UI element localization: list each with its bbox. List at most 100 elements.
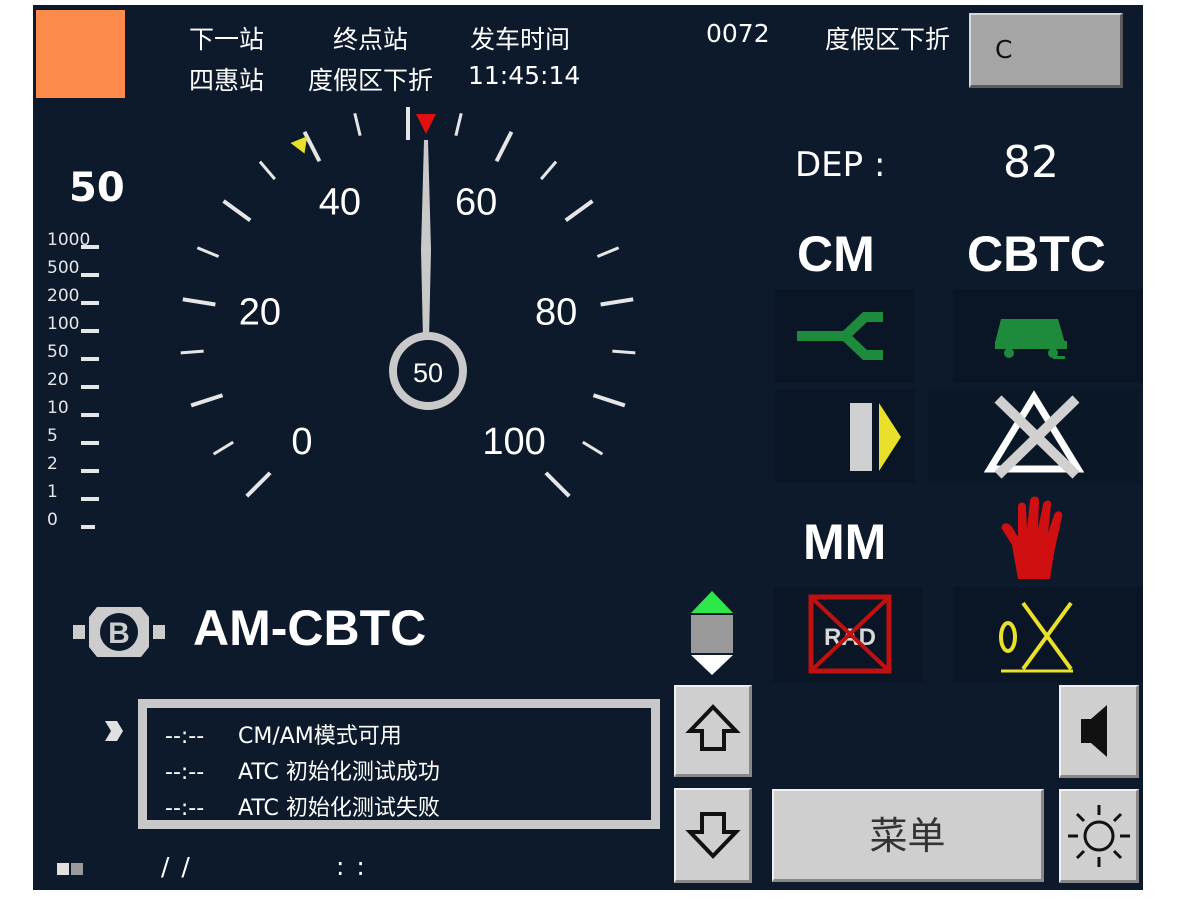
dial-center-speed: 50 [413, 358, 443, 388]
dial-tick [180, 349, 204, 355]
dial-label: 100 [482, 421, 545, 463]
message-time: --:-- [165, 760, 205, 785]
speaker-icon [1081, 705, 1107, 757]
train-cell [953, 289, 1143, 383]
message-row[interactable]: --:-- CM/AM模式可用 [165, 718, 402, 750]
atp-mode: AM-CBTC [193, 600, 427, 656]
menu-button[interactable]: 菜单 [772, 789, 1044, 882]
scale-tick [81, 385, 99, 389]
key-crossed-icon [999, 601, 1073, 673]
message-row[interactable]: --:-- ATC 初始化测试失败 [165, 790, 440, 822]
dial-tick [612, 349, 636, 355]
dial-tick [592, 393, 626, 408]
brake-b-icon: B [73, 607, 165, 657]
scale-tick [81, 441, 99, 445]
c-button[interactable]: C [969, 13, 1123, 88]
scroll-down-button[interactable] [674, 788, 752, 883]
dial-tick [190, 393, 224, 408]
brightness-button[interactable] [1059, 789, 1139, 883]
message-list: --:-- CM/AM模式可用 --:-- ATC 初始化测试成功 --:-- ATC… [138, 699, 660, 829]
crossed-arrow-icon [983, 390, 1085, 479]
hand-stop-icon [1001, 496, 1063, 579]
driving-mode: CM [797, 226, 875, 282]
red-speed-marker [416, 114, 436, 134]
scroll-up-button[interactable] [674, 685, 752, 777]
scale-tick [81, 469, 99, 473]
dial-tick [596, 246, 620, 258]
message-text: ATC 初始化测试失败 [238, 796, 440, 821]
dial-tick [494, 130, 514, 163]
dep-label: DEP : [795, 145, 886, 185]
brake-letter: B [108, 617, 130, 650]
arrow-up-icon [685, 704, 741, 751]
dial-tick [196, 246, 220, 258]
volume-button[interactable] [1059, 685, 1139, 778]
terminal-value: 度假区下折 [308, 66, 434, 95]
departure-value: 11:45:14 [468, 61, 581, 90]
dial-tick [564, 199, 594, 222]
dep-value: 82 [1003, 137, 1059, 188]
hand-cell [988, 495, 1088, 585]
destination: 度假区下折 [825, 25, 951, 54]
rad-crossed-icon: RAD [808, 594, 892, 674]
scale-tick [81, 245, 99, 249]
dial-tick [353, 112, 362, 137]
dial-tick [212, 440, 234, 456]
next-station-label: 下一站 [189, 25, 265, 54]
scale-tick [81, 273, 99, 277]
brightness-icon [1068, 805, 1130, 867]
door-cell [775, 389, 915, 483]
next-station-value: 四惠站 [189, 66, 265, 95]
scale-tick [81, 301, 99, 305]
level-indicator [685, 587, 740, 679]
arrow-down-icon [685, 812, 741, 859]
scale-tick [81, 497, 99, 501]
dmi-screen: 下一站 四惠站 终点站 度假区下折 发车时间 11:45:14 0072 度假区… [33, 5, 1143, 890]
arrow-cell [928, 389, 1140, 483]
switch-cell [775, 289, 915, 383]
status-indicator [36, 10, 125, 98]
key-cell [953, 587, 1143, 682]
dial-tick [302, 130, 322, 163]
message-time: --:-- [165, 796, 205, 821]
speed-needle [421, 140, 431, 340]
dial-labels: 0 20 40 60 80 100 [239, 181, 578, 463]
dial-tick [600, 297, 634, 307]
c-button-label: C [995, 35, 1013, 64]
signal-mode: CBTC [967, 226, 1106, 282]
footer-date: / / [161, 852, 192, 881]
rad-cell: RAD [773, 587, 923, 682]
dial-tick [454, 112, 463, 137]
door-icon [850, 403, 901, 471]
message-time: --:-- [165, 724, 205, 749]
message-row[interactable]: --:-- ATC 初始化测试成功 [165, 754, 440, 786]
scale-tick [81, 357, 99, 361]
footer-block-b [71, 863, 83, 875]
dial-tick [182, 297, 216, 307]
scale-tick [81, 525, 95, 529]
dial-tick [245, 471, 272, 498]
mm-mode: MM [803, 514, 887, 570]
rad-label: RAD [824, 624, 876, 651]
terminal-label: 终点站 [333, 25, 409, 54]
footer-time: : : [336, 852, 367, 881]
message-pointer-icon [105, 721, 123, 741]
dial-label: 80 [535, 292, 577, 334]
message-text: CM/AM模式可用 [238, 724, 402, 749]
speed-scale: 1000 500 200 100 50 20 10 5 2 1 0 [47, 231, 137, 541]
dial-label: 60 [455, 181, 497, 223]
speedometer-dial: 0 20 40 60 80 100 50 [180, 107, 636, 498]
dial-tick [539, 160, 558, 181]
departure-label: 发车时间 [470, 25, 571, 54]
dial-tick [544, 471, 571, 498]
dial-label: 40 [319, 181, 361, 223]
scale-tick [81, 413, 99, 417]
footer-block-a [57, 863, 69, 875]
dial-label: 0 [291, 421, 312, 463]
level-gauge [691, 591, 733, 675]
scale-tick [81, 329, 99, 333]
dial-tick [258, 160, 277, 181]
train-icon [995, 319, 1067, 359]
dial-label: 20 [239, 292, 281, 334]
dial-tick [582, 440, 604, 456]
